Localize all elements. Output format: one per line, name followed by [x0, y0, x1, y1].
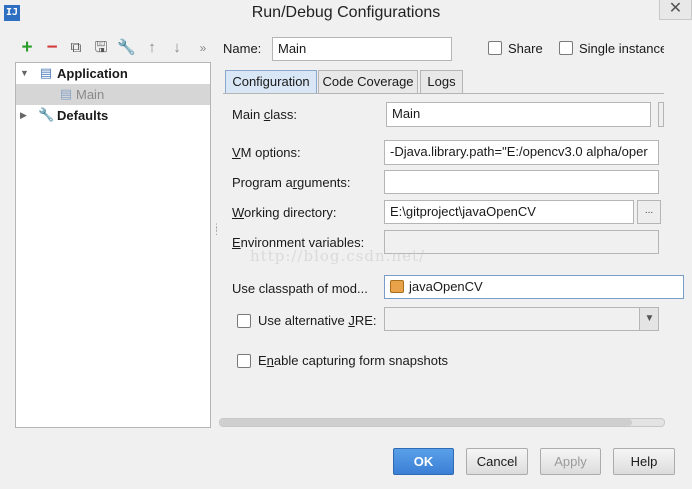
main-class-browse-button[interactable] [658, 102, 664, 127]
share-checkbox[interactable] [488, 41, 502, 55]
program-arguments-label: Program arguments: [232, 175, 351, 190]
tree-item-defaults[interactable]: ▶ 🔧 Defaults [16, 105, 210, 126]
tab-configuration[interactable]: Configuration [225, 70, 317, 93]
form-snapshots-checkbox[interactable] [237, 354, 251, 368]
alternative-jre-checkbox[interactable] [237, 314, 251, 328]
move-down-icon[interactable]: ↓ [168, 39, 186, 57]
dropdown-arrow-icon[interactable]: ▼ [639, 308, 658, 330]
tab-code-coverage[interactable]: Code Coverage [318, 70, 418, 93]
watermark: http://blog.csdn.net/ [250, 247, 426, 265]
program-arguments-input[interactable] [384, 170, 659, 194]
tree-item-application[interactable]: ▼ ▤ Application [16, 63, 210, 84]
move-up-icon[interactable]: ↑ [143, 39, 161, 57]
expanded-arrow-icon[interactable]: ▼ [20, 63, 30, 84]
classpath-module-select[interactable]: javaOpenCV [384, 275, 684, 299]
cancel-button[interactable]: Cancel [466, 448, 528, 475]
main-class-input[interactable]: Main [386, 102, 651, 127]
name-label: Name: [223, 41, 262, 56]
application-config-icon: ▤ [39, 65, 53, 80]
add-configuration-icon[interactable]: + [18, 38, 36, 57]
single-instance-label: Single instance [579, 41, 664, 56]
more-actions-icon[interactable]: » [194, 39, 212, 57]
help-button[interactable]: Help [613, 448, 675, 475]
single-instance-checkbox[interactable] [559, 41, 573, 55]
edit-defaults-icon[interactable]: 🔧 [117, 39, 136, 57]
alternative-jre-label: Use alternative JRE: [258, 313, 377, 328]
horizontal-scrollbar[interactable] [219, 418, 665, 427]
defaults-wrench-icon: 🔧 [38, 107, 55, 122]
main-class-label: Main class: [232, 107, 298, 122]
copy-configuration-icon[interactable]: ⧉ [67, 39, 85, 57]
configurations-tree[interactable]: ▼ ▤ Application ▤ Main ▶ 🔧 Defaults [15, 62, 211, 428]
collapsed-arrow-icon[interactable]: ▶ [20, 105, 30, 126]
share-label: Share [508, 41, 543, 56]
working-directory-label: Working directory: [232, 205, 337, 220]
vm-options-label: VM options: [232, 145, 301, 160]
application-config-icon: ▤ [59, 86, 73, 101]
classpath-module-label: Use classpath of mod... [232, 281, 368, 296]
working-directory-input[interactable]: E:\gitproject\javaOpenCV [384, 200, 634, 224]
remove-configuration-icon[interactable]: − [43, 38, 61, 57]
save-configuration-icon[interactable]: 🖫 [92, 39, 110, 57]
form-snapshots-label: Enable capturing form snapshots [258, 353, 449, 368]
title-bar: IJ Run/Debug Configurations ✕ [0, 0, 692, 28]
name-input[interactable]: Main [272, 37, 452, 61]
ok-button[interactable]: OK [393, 448, 454, 475]
apply-button[interactable]: Apply [540, 448, 601, 475]
module-folder-icon [390, 280, 404, 293]
working-directory-browse-button[interactable]: ... [637, 200, 661, 224]
window-title: Run/Debug Configurations [251, 4, 441, 21]
tree-item-label: Main [76, 87, 105, 102]
vm-options-input[interactable]: -Djava.library.path="E:/opencv3.0 alpha/… [384, 140, 659, 165]
alternative-jre-select[interactable]: ▼ [384, 307, 659, 331]
close-icon[interactable]: ✕ [659, 0, 692, 20]
tree-item-label: Defaults [57, 108, 109, 123]
tab-logs[interactable]: Logs [420, 70, 463, 93]
tree-item-main[interactable]: ▤ Main [16, 84, 210, 105]
tree-item-label: Application [57, 66, 128, 81]
environment-variables-input[interactable] [384, 230, 659, 254]
splitter-handle[interactable]: ⋮ ⋮ [212, 223, 221, 239]
scrollbar-thumb[interactable] [220, 419, 632, 426]
